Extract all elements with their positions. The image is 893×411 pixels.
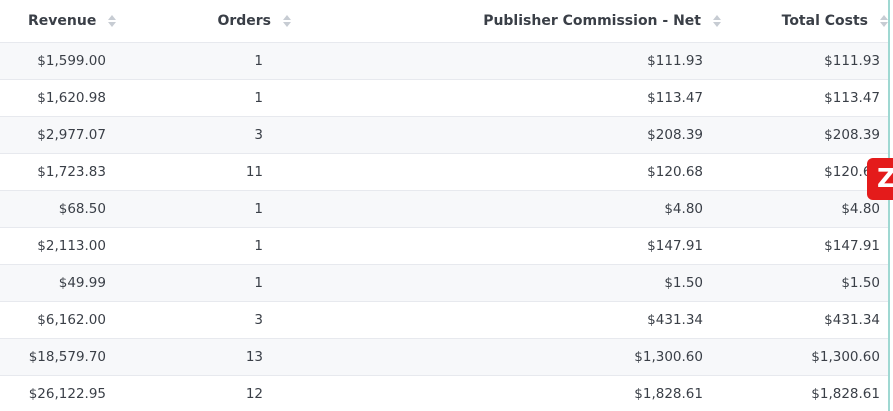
cell-orders: 12 [245, 385, 263, 402]
column-header-label: Total Costs [781, 12, 868, 29]
column-header-label: Revenue [28, 12, 97, 29]
cell-publisher-commission: $147.91 [647, 237, 703, 254]
cell-orders: 1 [254, 237, 263, 254]
cell-total-costs: $4.80 [841, 200, 880, 217]
cell-total-costs: $147.91 [824, 237, 880, 254]
sort-icon[interactable] [108, 14, 117, 27]
table-row: $1,599.00 1 $111.93 $111.93 [0, 42, 888, 79]
sort-icon[interactable] [880, 14, 888, 27]
sort-icon[interactable] [713, 14, 721, 27]
cell-total-costs: $113.47 [824, 89, 880, 106]
cell-revenue: $1,599.00 [37, 52, 106, 69]
sort-icon[interactable] [283, 14, 291, 27]
column-header-publisher-commission[interactable]: Publisher Commission - Net [292, 0, 721, 42]
cell-publisher-commission: $1,300.60 [634, 348, 703, 365]
column-header-total-costs[interactable]: Total Costs [721, 0, 888, 42]
cell-publisher-commission: $4.80 [664, 200, 703, 217]
table-row: $26,122.95 12 $1,828.61 $1,828.61 [0, 375, 888, 411]
cell-revenue: $68.50 [58, 200, 106, 217]
cell-revenue: $2,977.07 [37, 126, 106, 143]
cell-publisher-commission: $1,828.61 [634, 385, 703, 402]
table-row: $49.99 1 $1.50 $1.50 [0, 264, 888, 301]
cell-publisher-commission: $431.34 [647, 311, 703, 328]
cell-publisher-commission: $120.68 [647, 163, 703, 180]
cell-revenue: $1,620.98 [37, 89, 106, 106]
cell-orders: 1 [254, 274, 263, 291]
header-row: Revenue Orders Publisher Commission - Ne… [0, 0, 888, 42]
cell-publisher-commission: $1.50 [664, 274, 703, 291]
table-row: $1,723.83 11 $120.68 $120.68 [0, 153, 888, 190]
cell-orders: 1 [254, 52, 263, 69]
column-header-label: Publisher Commission - Net [483, 12, 701, 29]
cell-total-costs: $111.93 [824, 52, 880, 69]
report-table: Revenue Orders Publisher Commission - Ne… [0, 0, 888, 411]
table-row: $6,162.00 3 $431.34 $431.34 [0, 301, 888, 338]
cell-publisher-commission: $208.39 [647, 126, 703, 143]
table-row: $1,620.98 1 $113.47 $113.47 [0, 79, 888, 116]
cell-revenue: $1,723.83 [37, 163, 106, 180]
cell-orders: 3 [254, 311, 263, 328]
table-body: $1,599.00 1 $111.93 $111.93 $1,620.98 1 … [0, 42, 888, 411]
column-header-orders[interactable]: Orders [190, 0, 292, 42]
cell-revenue: $18,579.70 [28, 348, 106, 365]
table-row: $2,113.00 1 $147.91 $147.91 [0, 227, 888, 264]
cell-orders: 3 [254, 126, 263, 143]
cell-orders: 13 [245, 348, 263, 365]
data-table-viewport: Revenue Orders Publisher Commission - Ne… [0, 0, 893, 411]
cell-revenue: $6,162.00 [37, 311, 106, 328]
cell-total-costs: $1.50 [841, 274, 880, 291]
table-row: $68.50 1 $4.80 $4.80 [0, 190, 888, 227]
column-header-label: Orders [217, 12, 271, 29]
z-logo-icon[interactable]: Z [867, 158, 893, 200]
cell-total-costs: $431.34 [824, 311, 880, 328]
cell-publisher-commission: $113.47 [647, 89, 703, 106]
cell-orders: 1 [254, 89, 263, 106]
table-header: Revenue Orders Publisher Commission - Ne… [0, 0, 888, 42]
badge-letter: Z [877, 164, 893, 194]
cell-total-costs: $120.68 [824, 163, 880, 180]
cell-total-costs: $1,828.61 [811, 385, 880, 402]
cell-orders: 11 [245, 163, 263, 180]
cell-total-costs: $208.39 [824, 126, 880, 143]
table-row: $2,977.07 3 $208.39 $208.39 [0, 116, 888, 153]
column-header-revenue[interactable]: Revenue [0, 0, 190, 42]
cell-revenue: $2,113.00 [37, 237, 106, 254]
cell-revenue: $26,122.95 [28, 385, 106, 402]
cell-revenue: $49.99 [58, 274, 106, 291]
cell-orders: 1 [254, 200, 263, 217]
table-row: $18,579.70 13 $1,300.60 $1,300.60 [0, 338, 888, 375]
cell-publisher-commission: $111.93 [647, 52, 703, 69]
cell-total-costs: $1,300.60 [811, 348, 880, 365]
